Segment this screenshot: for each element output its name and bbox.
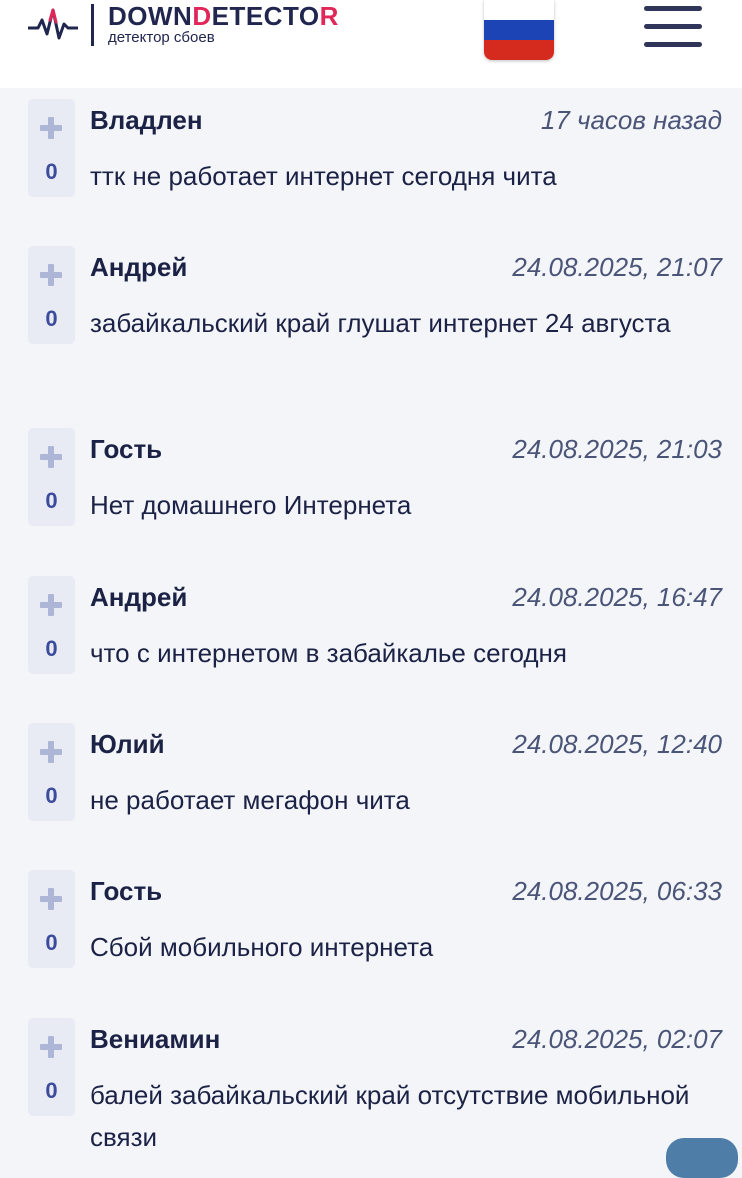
comment-author: Владлен xyxy=(90,105,203,135)
vote-count: 0 xyxy=(45,636,58,661)
vote-count: 0 xyxy=(45,783,58,808)
upvote-plus-icon[interactable] xyxy=(40,446,62,468)
logo-part-etecto: ETECTO xyxy=(211,1,320,31)
vote-box: 0 xyxy=(28,428,75,526)
comment-text: Сбой мобильного интернета xyxy=(90,932,434,962)
site-logo[interactable]: DOWNDETECTOR xyxy=(108,2,339,30)
vote-count: 0 xyxy=(45,488,58,513)
comment-author: Гость xyxy=(90,434,163,464)
vote-box: 0 xyxy=(28,1018,75,1116)
upvote-plus-icon[interactable] xyxy=(40,741,62,763)
comment-time: 24.08.2025, 21:03 xyxy=(512,434,722,464)
comment-text: забайкальский край глушат интернет 24 ав… xyxy=(90,308,671,338)
vote-count: 0 xyxy=(45,930,58,955)
logo-letter-r: R xyxy=(319,1,339,31)
upvote-plus-icon[interactable] xyxy=(40,264,62,286)
comment-text: ттк не работает интернет сегодня чита xyxy=(90,161,557,191)
floating-action-button[interactable] xyxy=(666,1138,738,1178)
logo-part-down: DOWN xyxy=(108,1,193,31)
vote-box: 0 xyxy=(28,246,75,344)
menu-bar-bottom xyxy=(644,42,702,47)
comment-time: 24.08.2025, 02:07 xyxy=(512,1024,722,1054)
flag-stripe-blue xyxy=(484,20,554,40)
vote-count: 0 xyxy=(45,1078,58,1103)
comment-text: что с интернетом в забайкалье сегодня xyxy=(90,638,567,668)
vote-count: 0 xyxy=(45,306,58,331)
vote-box: 0 xyxy=(28,870,75,968)
vote-box: 0 xyxy=(28,99,75,197)
logo-subtitle: детектор сбоев xyxy=(108,29,215,46)
menu-bar-top xyxy=(644,6,702,11)
menu-bar-middle xyxy=(644,24,702,29)
logo-letter-d: D xyxy=(192,1,212,31)
upvote-plus-icon[interactable] xyxy=(40,888,62,910)
flag-stripe-white xyxy=(484,0,554,20)
flag-stripe-red xyxy=(484,40,554,60)
upvote-plus-icon[interactable] xyxy=(40,117,62,139)
russia-flag-icon[interactable] xyxy=(484,0,554,60)
comment-time: 24.08.2025, 21:07 xyxy=(512,252,722,282)
upvote-plus-icon[interactable] xyxy=(40,1036,62,1058)
comment-time: 24.08.2025, 12:40 xyxy=(512,729,722,759)
upvote-plus-icon[interactable] xyxy=(40,594,62,616)
comment-time: 17 часов назад xyxy=(540,105,722,135)
comment-time: 24.08.2025, 06:33 xyxy=(512,876,722,906)
comment-text: Нет домашнего Интернета xyxy=(90,490,412,520)
comment-author: Андрей xyxy=(90,252,188,282)
comment-text: балей забайкальский край отсутствие моби… xyxy=(90,1080,690,1152)
comment-author: Юлий xyxy=(90,729,165,759)
logo-separator xyxy=(91,4,94,46)
vote-box: 0 xyxy=(28,723,75,821)
vote-box: 0 xyxy=(28,576,75,674)
comment-time: 24.08.2025, 16:47 xyxy=(512,582,722,612)
comment-text: не работает мегафон чита xyxy=(90,785,410,815)
hamburger-menu-icon[interactable] xyxy=(644,6,702,48)
vote-count: 0 xyxy=(45,159,58,184)
comment-author: Гость xyxy=(90,876,163,906)
comment-author: Вениамин xyxy=(90,1024,221,1054)
comment-author: Андрей xyxy=(90,582,188,612)
site-header: DOWNDETECTOR детектор сбоев xyxy=(0,0,742,88)
pulse-logo-icon[interactable] xyxy=(28,4,78,44)
